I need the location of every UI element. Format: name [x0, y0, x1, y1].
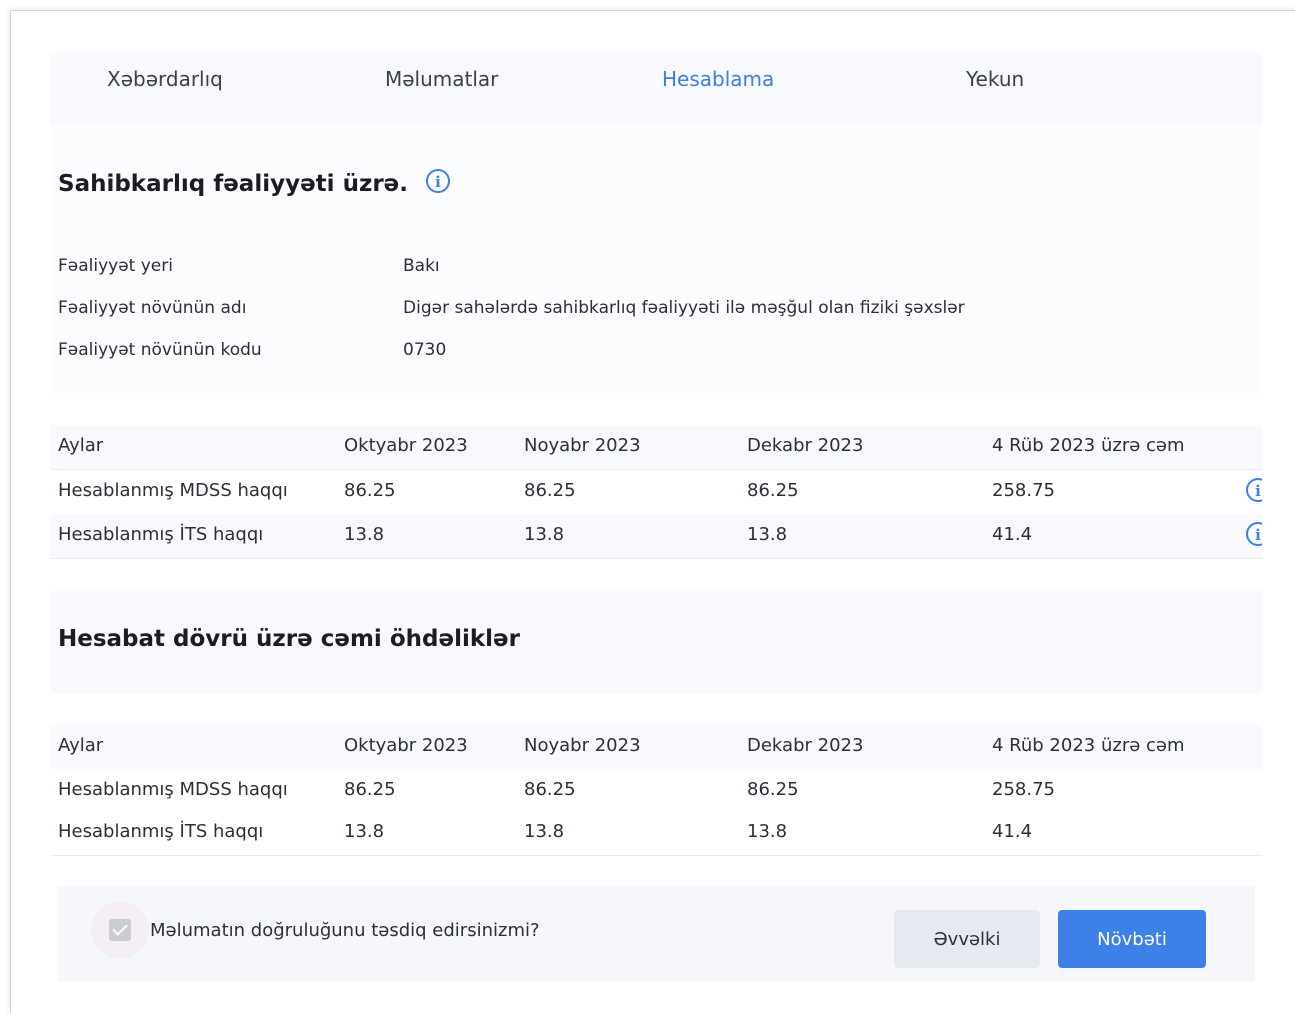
previous-button[interactable]: Əvvəlki — [894, 910, 1040, 968]
cell-dekabr: 13.8 — [747, 524, 788, 545]
info-icon[interactable]: i — [1246, 478, 1262, 502]
header-aylar: Aylar — [58, 435, 104, 456]
field-value-ad: Digər sahələrdə sahibkarlıq fəaliyyəti i… — [403, 298, 965, 318]
header-noyabr: Noyabr 2023 — [524, 435, 641, 456]
confirm-label[interactable]: Məlumatın doğruluğunu təsdiq edirsinizmi… — [150, 920, 540, 941]
activity-info-panel: Sahibkarlıq fəaliyyəti üzrə. i Fəaliyyət… — [51, 123, 1262, 393]
next-button[interactable]: Növbəti — [1058, 910, 1206, 968]
cell-total: 258.75 — [992, 779, 1055, 800]
field-value-kod: 0730 — [403, 340, 447, 360]
header-total: 4 Rüb 2023 üzrə cəm — [992, 735, 1185, 756]
section-title-sahibkarliq: Sahibkarlıq fəaliyyəti üzrə. — [58, 171, 409, 197]
table-header-row: Aylar Oktyabr 2023 Noyabr 2023 Dekabr 20… — [51, 725, 1262, 770]
field-label-yer: Fəaliyyət yeri — [58, 256, 173, 276]
header-dekabr: Dekabr 2023 — [747, 435, 864, 456]
cell-dekabr: 13.8 — [747, 821, 788, 842]
confirm-footer: Məlumatın doğruluğunu təsdiq edirsinizmi… — [58, 886, 1255, 981]
cell-noyabr: 86.25 — [524, 480, 576, 501]
tab-hesablama[interactable]: Hesablama — [662, 67, 774, 91]
header-total: 4 Rüb 2023 üzrə cəm — [992, 435, 1185, 456]
info-icon[interactable]: i — [1246, 522, 1262, 546]
header-noyabr: Noyabr 2023 — [524, 735, 641, 756]
cell-oktyabr: 86.25 — [344, 779, 396, 800]
confirm-checkbox[interactable] — [109, 919, 131, 941]
header-dekabr: Dekabr 2023 — [747, 735, 864, 756]
cell-dekabr: 86.25 — [747, 779, 799, 800]
cell-oktyabr: 13.8 — [344, 821, 385, 842]
header-oktyabr: Oktyabr 2023 — [344, 735, 468, 756]
cell-oktyabr: 86.25 — [344, 480, 396, 501]
row-label: Hesablanmış MDSS haqqı — [58, 480, 288, 501]
summary-panel: Hesabat dövrü üzrə cəmi öhdəliklər — [51, 591, 1262, 693]
row-label: Hesablanmış MDSS haqqı — [58, 779, 288, 800]
tab-yekun[interactable]: Yekun — [966, 67, 1024, 91]
cell-total: 258.75 — [992, 480, 1055, 501]
field-label-ad: Fəaliyyət növünün adı — [58, 298, 247, 318]
row-info-clip: i — [1231, 514, 1262, 558]
cell-noyabr: 86.25 — [524, 779, 576, 800]
table-row: Hesablanmış MDSS haqqı 86.25 86.25 86.25… — [51, 470, 1262, 514]
cell-dekabr: 86.25 — [747, 480, 799, 501]
row-label: Hesablanmış İTS haqqı — [58, 524, 264, 545]
step-tabs: Xəbərdarlıq Məlumatlar Hesablama Yekun — [51, 53, 1262, 123]
cell-noyabr: 13.8 — [524, 821, 565, 842]
info-icon[interactable]: i — [426, 169, 450, 193]
tab-melumatlar[interactable]: Məlumatlar — [385, 67, 498, 91]
row-label: Hesablanmış İTS haqqı — [58, 821, 264, 842]
cell-oktyabr: 13.8 — [344, 524, 385, 545]
field-value-yer: Bakı — [403, 256, 440, 276]
field-label-kod: Fəaliyyət növünün kodu — [58, 340, 262, 360]
content-frame: Xəbərdarlıq Məlumatlar Hesablama Yekun S… — [10, 10, 1295, 1013]
header-aylar: Aylar — [58, 735, 104, 756]
table-row: Hesablanmış MDSS haqqı 86.25 86.25 86.25… — [51, 769, 1262, 813]
cell-total: 41.4 — [992, 821, 1033, 842]
table-row: Hesablanmış İTS haqqı 13.8 13.8 13.8 41.… — [51, 811, 1262, 856]
table-row: Hesablanmış İTS haqqı 13.8 13.8 13.8 41.… — [51, 514, 1262, 559]
cell-total: 41.4 — [992, 524, 1033, 545]
header-oktyabr: Oktyabr 2023 — [344, 435, 468, 456]
section-title-hesabat: Hesabat dövrü üzrə cəmi öhdəliklər — [58, 626, 520, 652]
tab-xeberdarliq[interactable]: Xəbərdarlıq — [107, 67, 223, 91]
table-header-row: Aylar Oktyabr 2023 Noyabr 2023 Dekabr 20… — [51, 425, 1262, 470]
row-info-clip: i — [1231, 470, 1262, 514]
cell-noyabr: 13.8 — [524, 524, 565, 545]
